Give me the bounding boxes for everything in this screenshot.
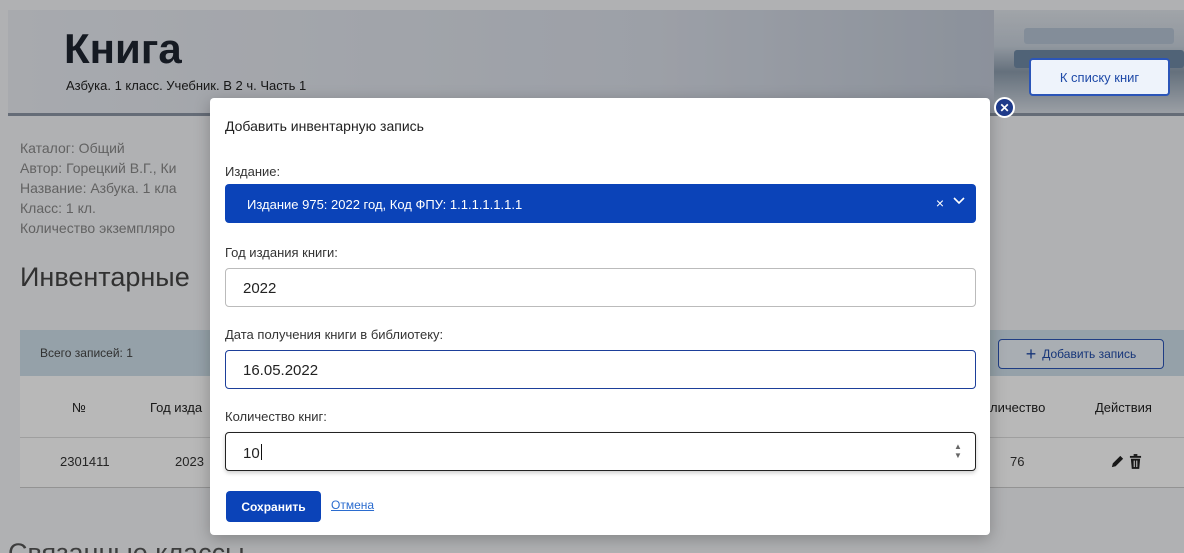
modal-title: Добавить инвентарную запись — [225, 118, 424, 134]
edition-select[interactable]: Издание 975: 2022 год, Код ФПУ: 1.1.1.1.… — [225, 184, 976, 223]
year-value: 2022 — [243, 280, 277, 297]
stepper-arrows-icon[interactable]: ▲ ▼ — [953, 442, 963, 462]
count-text: 10 — [243, 444, 262, 462]
save-button[interactable]: Сохранить — [226, 491, 321, 522]
text-caret — [260, 444, 262, 460]
date-value: 16.05.2022 — [243, 362, 319, 379]
year-label: Год издания книги: — [225, 245, 338, 260]
to-book-list-button[interactable]: К списку книг — [1029, 58, 1170, 96]
date-label: Дата получения книги в библиотеку: — [225, 327, 444, 342]
count-value: 10 — [243, 445, 260, 462]
close-icon[interactable]: ✕ — [994, 97, 1015, 118]
edition-value: Издание 975: 2022 год, Код ФПУ: 1.1.1.1.… — [247, 197, 523, 212]
add-inventory-modal: Добавить инвентарную запись Издание: Изд… — [210, 98, 990, 535]
clear-icon[interactable]: × — [936, 195, 944, 211]
quantity-stepper[interactable]: 10 ▲ ▼ — [225, 432, 976, 471]
chevron-down-icon[interactable] — [952, 193, 966, 207]
date-input[interactable]: 16.05.2022 — [225, 350, 976, 389]
year-input[interactable]: 2022 — [225, 268, 976, 307]
cancel-link[interactable]: Отмена — [331, 498, 374, 512]
count-label: Количество книг: — [225, 409, 327, 424]
edition-label: Издание: — [225, 164, 281, 179]
